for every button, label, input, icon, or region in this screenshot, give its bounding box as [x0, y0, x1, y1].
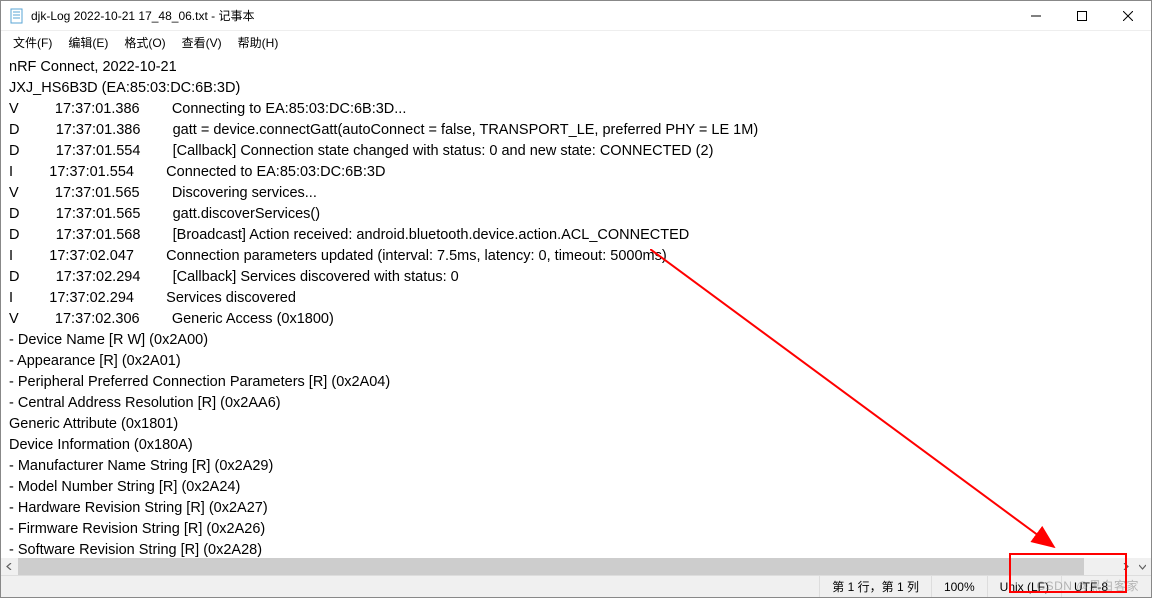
text-line: D 17:37:01.565 gatt.discoverServices() — [9, 204, 1143, 225]
status-position: 第 1 行，第 1 列 — [819, 576, 931, 597]
text-line: I 17:37:02.294 Services discovered — [9, 288, 1143, 309]
menu-view[interactable]: 查看(V) — [174, 32, 230, 53]
close-button[interactable] — [1105, 1, 1151, 31]
window-title: djk-Log 2022-10-21 17_48_06.txt - 记事本 — [31, 7, 1013, 24]
text-line: - Device Name [R W] (0x2A00) — [9, 330, 1143, 351]
text-line: - Model Number String [R] (0x2A24) — [9, 477, 1143, 498]
text-line: - Hardware Revision String [R] (0x2A27) — [9, 498, 1143, 519]
menu-edit[interactable]: 编辑(E) — [60, 32, 116, 53]
text-line: D 17:37:01.386 gatt = device.connectGatt… — [9, 120, 1143, 141]
watermark: CSDN @黑白客家 — [1036, 577, 1139, 594]
text-line: - Peripheral Preferred Connection Parame… — [9, 372, 1143, 393]
scroll-right-button[interactable] — [1117, 558, 1134, 575]
text-line: - Manufacturer Name String [R] (0x2A29) — [9, 456, 1143, 477]
text-line: D 17:37:02.294 [Callback] Services disco… — [9, 267, 1143, 288]
window-controls — [1013, 1, 1151, 30]
statusbar: 第 1 行，第 1 列 100% Unix (LF) UTF-8 — [1, 575, 1151, 597]
menu-format[interactable]: 格式(O) — [116, 32, 173, 53]
minimize-button[interactable] — [1013, 1, 1059, 31]
text-line: JXJ_HS6B3D (EA:85:03:DC:6B:3D) — [9, 78, 1143, 99]
scroll-track[interactable] — [18, 558, 1117, 575]
text-line: Device Information (0x180A) — [9, 435, 1143, 456]
menu-file[interactable]: 文件(F) — [5, 32, 60, 53]
text-line: - Software Revision String [R] (0x2A28) — [9, 540, 1143, 557]
text-line: I 17:37:01.554 Connected to EA:85:03:DC:… — [9, 162, 1143, 183]
text-line: V 17:37:01.386 Connecting to EA:85:03:DC… — [9, 99, 1143, 120]
text-line: V 17:37:02.306 Generic Access (0x1800) — [9, 309, 1143, 330]
maximize-button[interactable] — [1059, 1, 1105, 31]
scroll-down-button[interactable] — [1134, 558, 1151, 575]
status-zoom: 100% — [931, 576, 987, 597]
horizontal-scrollbar[interactable] — [1, 558, 1134, 575]
scroll-left-button[interactable] — [1, 558, 18, 575]
text-area[interactable]: nRF Connect, 2022-10-21JXJ_HS6B3D (EA:85… — [1, 53, 1151, 557]
text-line: I 17:37:02.047 Connection parameters upd… — [9, 246, 1143, 267]
titlebar: djk-Log 2022-10-21 17_48_06.txt - 记事本 — [1, 1, 1151, 31]
menu-help[interactable]: 帮助(H) — [230, 32, 287, 53]
text-line: Generic Attribute (0x1801) — [9, 414, 1143, 435]
menubar: 文件(F) 编辑(E) 格式(O) 查看(V) 帮助(H) — [1, 31, 1151, 53]
text-line: D 17:37:01.554 [Callback] Connection sta… — [9, 141, 1143, 162]
text-line: nRF Connect, 2022-10-21 — [9, 57, 1143, 78]
scroll-thumb[interactable] — [18, 558, 1084, 575]
text-line: V 17:37:01.565 Discovering services... — [9, 183, 1143, 204]
notepad-icon — [9, 8, 25, 24]
text-line: - Firmware Revision String [R] (0x2A26) — [9, 519, 1143, 540]
text-line: - Appearance [R] (0x2A01) — [9, 351, 1143, 372]
text-line: D 17:37:01.568 [Broadcast] Action receiv… — [9, 225, 1143, 246]
text-line: - Central Address Resolution [R] (0x2AA6… — [9, 393, 1143, 414]
